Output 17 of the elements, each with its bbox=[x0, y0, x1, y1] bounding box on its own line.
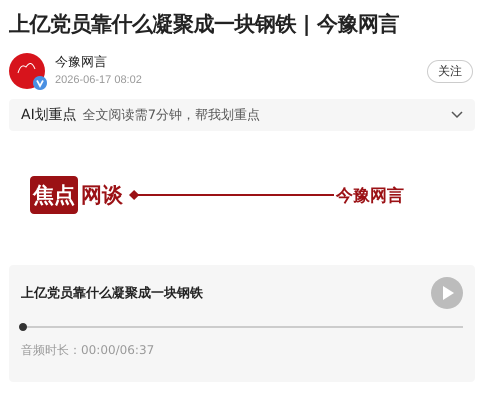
diamond-line-icon bbox=[129, 190, 334, 200]
banner-badge: 焦点 bbox=[30, 176, 78, 214]
publish-time: 2026-06-17 08:02 bbox=[55, 73, 143, 88]
progress-thumb[interactable] bbox=[19, 323, 27, 331]
ai-summary-bar[interactable]: AI划重点 全文阅读需7分钟，帮我划重点 bbox=[9, 99, 475, 131]
article-title: 上亿党员靠什么凝聚成一块钢铁 | 今豫网言 bbox=[9, 11, 400, 38]
ai-summary-label: AI划重点 bbox=[21, 106, 77, 124]
progress-slider[interactable] bbox=[21, 323, 463, 331]
audio-title: 上亿党员靠什么凝聚成一块钢铁 bbox=[21, 285, 203, 302]
audio-duration: 音频时长：00:00/06:37 bbox=[21, 342, 156, 359]
follow-button[interactable]: 关注 bbox=[427, 60, 473, 82]
avatar[interactable] bbox=[9, 53, 45, 89]
banner-brand: 今豫网言 bbox=[336, 184, 404, 206]
banner-word: 网谈 bbox=[81, 181, 123, 209]
ai-summary-text: 全文阅读需7分钟，帮我划重点 bbox=[82, 107, 261, 124]
chevron-down-icon[interactable] bbox=[451, 111, 463, 119]
author-name[interactable]: 今豫网言 bbox=[55, 54, 427, 72]
